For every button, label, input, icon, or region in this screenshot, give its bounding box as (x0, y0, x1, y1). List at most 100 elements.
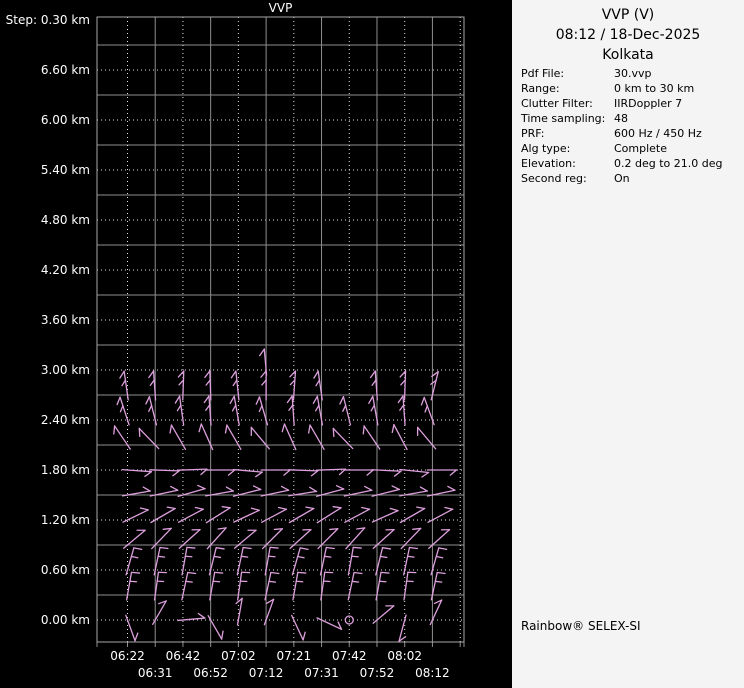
field-second-reg: Second reg: On (521, 171, 739, 186)
wind-barb-plot (0, 0, 512, 688)
x-axis-label: 07:52 (360, 667, 395, 680)
wind-barb (152, 528, 171, 548)
wind-barb (206, 470, 235, 475)
wind-barb (124, 530, 145, 548)
wind-barb (261, 371, 266, 400)
wind-barb (182, 573, 196, 600)
wind-barb (372, 470, 401, 476)
wind-barb (209, 548, 224, 575)
wind-barb (206, 507, 230, 523)
site-name: Kolkata (512, 45, 744, 65)
field-pdf-file: Pdf File: 30.vvp (521, 66, 739, 81)
field-label: PRF: (521, 126, 544, 141)
x-axis-label: 06:52 (193, 667, 228, 680)
wind-barb (418, 427, 436, 448)
panel-title-block: VVP (V) 08:12 / 18-Dec-2025 Kolkata (512, 5, 744, 65)
x-axis-label: 08:02 (387, 650, 422, 663)
wind-barb (282, 424, 296, 450)
field-label: Elevation: (521, 156, 576, 171)
field-value: 48 (614, 111, 628, 126)
x-axis-label: 06:31 (138, 667, 173, 680)
wind-barb (292, 615, 305, 639)
field-value: 600 Hz / 450 Hz (614, 126, 702, 141)
wind-barb (262, 508, 287, 523)
product-parameters: Pdf File: 30.vvp Range: 0 km to 30 km Cl… (521, 66, 739, 186)
wind-barb (123, 470, 152, 477)
wind-barb (290, 371, 296, 400)
wind-barb (126, 548, 142, 575)
wind-barb (376, 548, 391, 575)
wind-barb (400, 507, 424, 522)
wind-barb (178, 371, 183, 400)
wind-barb (120, 371, 128, 400)
wind-barb (261, 470, 290, 475)
field-range: Range: 0 km to 30 km (521, 81, 739, 96)
wind-barb (340, 397, 351, 425)
wind-barb (233, 470, 262, 477)
wind-barb (431, 548, 447, 575)
wind-barb (348, 547, 361, 575)
wind-barb (404, 572, 416, 600)
product-name: VVP (V) (512, 5, 744, 25)
wind-barb (344, 470, 373, 475)
product-datetime: 08:12 / 18-Dec-2025 (512, 25, 744, 45)
wind-barb (236, 598, 242, 625)
wind-barb (333, 428, 352, 448)
wind-barb (179, 508, 204, 523)
field-elevation: Elevation: 0.2 deg to 21.0 deg (521, 156, 739, 171)
wind-barb (292, 548, 308, 575)
wind-barb (234, 508, 259, 522)
wind-barb (321, 572, 333, 600)
wind-barb (207, 528, 226, 549)
wind-barb (401, 528, 420, 548)
wind-barb (139, 428, 158, 448)
wind-barb (179, 530, 200, 549)
wind-barb (178, 613, 205, 620)
x-axis-label: 07:21 (277, 650, 312, 663)
x-axis-label: 08:12 (415, 667, 450, 680)
wind-barb (150, 470, 179, 476)
field-value: On (614, 171, 630, 186)
field-alg-type: Alg type: Complete (521, 141, 739, 156)
wind-barb (293, 572, 306, 600)
wind-barb (251, 427, 269, 448)
wind-barb (178, 469, 207, 474)
wind-barb (371, 371, 378, 400)
wind-barb (238, 572, 250, 600)
wind-barb (205, 371, 211, 400)
wind-barb (182, 547, 195, 575)
field-label: Range: (521, 81, 560, 96)
field-prf: PRF: 600 Hz / 450 Hz (521, 126, 739, 141)
vendor-branding: Rainbow® SELEX-SI (521, 619, 641, 633)
field-time-sampling: Time sampling: 48 (521, 111, 739, 126)
wind-barb (431, 573, 445, 600)
wind-barb (289, 470, 318, 476)
wind-barb (431, 372, 438, 400)
field-value: 30.vvp (614, 66, 652, 81)
wind-barb (290, 530, 311, 549)
wind-barb (230, 396, 239, 425)
wind-barb (263, 529, 283, 549)
field-label: Clutter Filter: (521, 96, 593, 111)
wind-barb (175, 396, 183, 425)
wind-barb (376, 572, 389, 600)
x-axis-label: 06:22 (110, 650, 145, 663)
wind-profile-chart: VVP Step: 0.30 km 6.60 km6.00 km5.40 km4… (0, 0, 512, 688)
wind-barb (126, 615, 138, 640)
field-value: IIRDoppler 7 (614, 96, 682, 111)
x-axis-label: 07:31 (304, 667, 339, 680)
wind-barb (123, 508, 148, 522)
field-label: Pdf File: (521, 66, 564, 81)
wind-barb (235, 530, 256, 548)
product-info-panel: VVP (V) 08:12 / 18-Dec-2025 Kolkata Pdf … (512, 0, 744, 688)
field-value: 0 km to 30 km (614, 81, 694, 96)
wind-barb (265, 547, 278, 575)
wind-barb (210, 572, 223, 600)
wind-barb (265, 573, 279, 600)
wind-barb (155, 572, 167, 600)
wind-barb (237, 548, 251, 575)
wind-barb (400, 469, 429, 477)
wind-barb (149, 371, 156, 400)
wind-barb (427, 470, 456, 475)
wind-barb (314, 371, 322, 400)
